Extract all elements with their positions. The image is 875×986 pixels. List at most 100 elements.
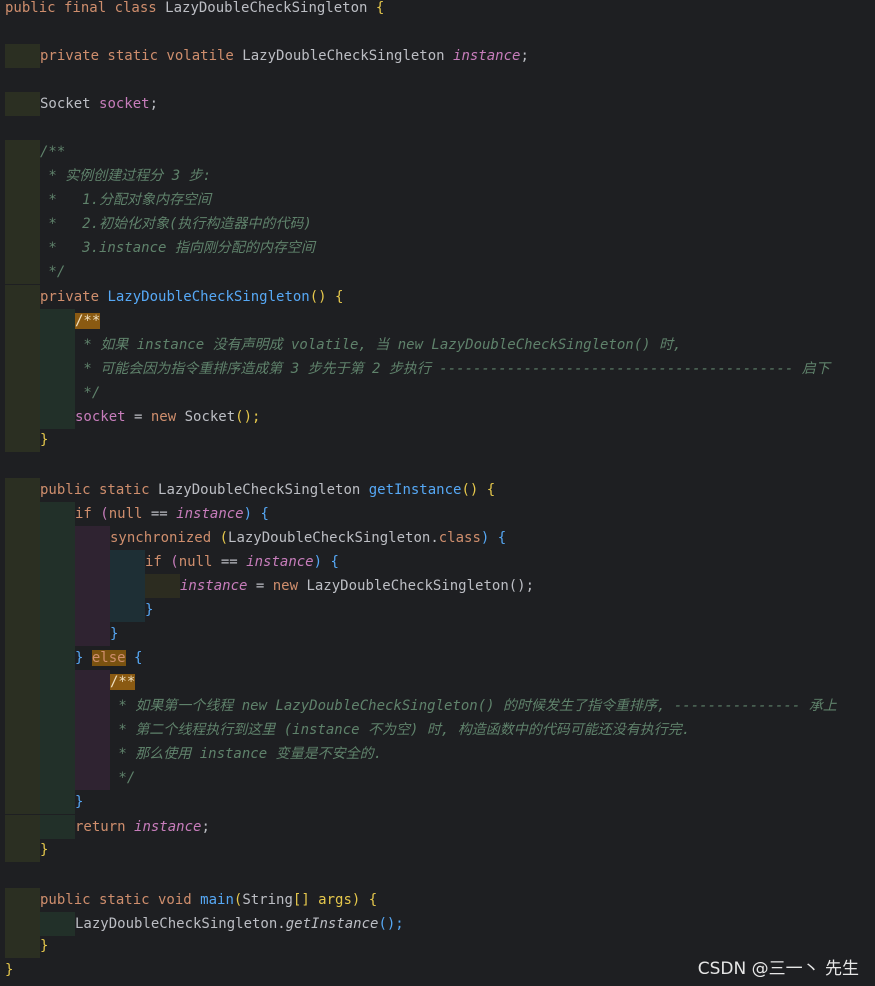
code-line: } else { bbox=[0, 646, 875, 670]
comment: */ bbox=[75, 385, 101, 401]
indent-guide bbox=[40, 766, 75, 790]
field-name: instance bbox=[180, 578, 248, 594]
comment: /** bbox=[40, 144, 66, 160]
code-line: } bbox=[0, 838, 875, 862]
code-line: if (null == instance) { bbox=[0, 550, 875, 574]
indent-guide bbox=[5, 212, 40, 236]
operator: = bbox=[247, 578, 273, 594]
code-line: * 3.instance 指向刚分配的内存空间 bbox=[0, 236, 875, 260]
indent-guide bbox=[5, 694, 40, 718]
indent-guide bbox=[5, 526, 40, 550]
type-name: String bbox=[242, 892, 293, 908]
dot: . bbox=[277, 916, 286, 932]
indent-guide bbox=[75, 574, 110, 598]
watermark: CSDN @三一丶 先生 bbox=[697, 959, 859, 979]
indent-guide bbox=[5, 888, 40, 912]
code-line: * 1.分配对象内存空间 bbox=[0, 188, 875, 212]
field-name: instance bbox=[176, 506, 244, 522]
type-name: LazyDoubleCheckSingleton bbox=[306, 578, 509, 594]
indent-guide bbox=[40, 381, 75, 405]
keyword: public final class bbox=[5, 0, 166, 16]
punct: ; bbox=[149, 96, 159, 112]
comment: * 那么使用 instance 变量是不安全的. bbox=[110, 746, 383, 762]
operator: == bbox=[142, 506, 177, 522]
paren: ( bbox=[219, 530, 229, 546]
code-line: return instance; bbox=[0, 815, 875, 839]
operator: == bbox=[212, 554, 247, 570]
comment: * 如果 instance 没有声明成 volatile, 当 new Lazy… bbox=[75, 337, 682, 353]
indent-guide bbox=[40, 309, 75, 333]
indent-guide bbox=[5, 550, 40, 574]
indent-guide bbox=[5, 92, 40, 116]
code-line: */ bbox=[0, 381, 875, 405]
code-line: LazyDoubleCheckSingleton.getInstance(); bbox=[0, 912, 875, 936]
method-name: getInstance bbox=[368, 482, 462, 498]
indent-guide bbox=[40, 598, 75, 622]
code-line: /** bbox=[0, 670, 875, 694]
brace: } bbox=[40, 432, 49, 448]
brace: } bbox=[110, 626, 119, 642]
comment: * 1.分配对象内存空间 bbox=[40, 192, 212, 208]
indent-guide bbox=[5, 574, 40, 598]
keyword: private bbox=[40, 289, 108, 305]
punct: () { bbox=[461, 482, 496, 498]
field-name: instance bbox=[453, 48, 521, 64]
indent-guide bbox=[110, 574, 145, 598]
comment: * 2.初始化对象(执行构造器中的代码) bbox=[40, 216, 312, 232]
code-line: * 那么使用 instance 变量是不安全的. bbox=[0, 742, 875, 766]
comment: */ bbox=[110, 770, 136, 786]
code-editor[interactable]: public final class LazyDoubleCheckSingle… bbox=[0, 0, 875, 986]
indent-guide bbox=[5, 357, 40, 381]
code-line: } bbox=[0, 598, 875, 622]
indent-guide bbox=[40, 694, 75, 718]
code-line: */ bbox=[0, 766, 875, 790]
keyword: public static bbox=[40, 482, 159, 498]
indent-guide bbox=[75, 598, 110, 622]
keyword: if bbox=[75, 506, 101, 522]
indent-guide bbox=[5, 598, 40, 622]
indent-guide bbox=[5, 622, 40, 646]
indent-guide bbox=[40, 622, 75, 646]
indent-guide bbox=[110, 550, 145, 574]
punct: (); bbox=[378, 916, 404, 932]
keyword: class bbox=[438, 530, 481, 546]
code-line: } bbox=[0, 622, 875, 646]
type-name: Socket bbox=[40, 96, 100, 112]
indent-guide bbox=[5, 428, 40, 452]
code-line: * 第二个线程执行到这里 (instance 不为空) 时, 构造函数中的代码可… bbox=[0, 718, 875, 742]
keyword: return bbox=[75, 819, 135, 835]
paren: ( bbox=[170, 554, 179, 570]
code-line: * 如果 instance 没有声明成 volatile, 当 new Lazy… bbox=[0, 333, 875, 357]
code-line: Socket socket; bbox=[0, 92, 875, 116]
comment: * 实例创建过程分 3 步: bbox=[40, 168, 212, 184]
indent-guide bbox=[5, 164, 40, 188]
code-line: * 可能会因为指令重排序造成第 3 步先于第 2 步执行 -----------… bbox=[0, 357, 875, 381]
paren: ( bbox=[100, 506, 109, 522]
field-name: instance bbox=[246, 554, 314, 570]
punct: [] args) { bbox=[292, 892, 378, 908]
indent-guide bbox=[40, 502, 75, 526]
punct: (); bbox=[508, 578, 535, 594]
indent-guide bbox=[5, 309, 40, 333]
type-name: LazyDoubleCheckSingleton bbox=[228, 530, 431, 546]
indent-guide bbox=[75, 742, 110, 766]
code-line: } bbox=[0, 790, 875, 814]
brace: } bbox=[75, 650, 92, 666]
keyword: null bbox=[178, 554, 213, 570]
keyword: new bbox=[272, 578, 307, 594]
keyword: if bbox=[145, 554, 171, 570]
comment: * 如果第一个线程 new LazyDoubleCheckSingleton()… bbox=[110, 698, 837, 714]
indent-guide bbox=[5, 934, 40, 958]
indent-guide bbox=[5, 140, 40, 164]
code-line: public static LazyDoubleCheckSingleton g… bbox=[0, 478, 875, 502]
indent-guide bbox=[75, 694, 110, 718]
comment: * 第二个线程执行到这里 (instance 不为空) 时, 构造函数中的代码可… bbox=[110, 722, 691, 738]
indent-guide bbox=[40, 912, 75, 936]
brace: { bbox=[125, 650, 143, 666]
punct: (); bbox=[235, 409, 261, 425]
keyword: public static void bbox=[40, 892, 201, 908]
type-name: LazyDoubleCheckSingleton bbox=[158, 482, 369, 498]
punct: ; bbox=[520, 48, 529, 64]
field-name: instance bbox=[134, 819, 202, 835]
paren: ) { bbox=[313, 554, 339, 570]
